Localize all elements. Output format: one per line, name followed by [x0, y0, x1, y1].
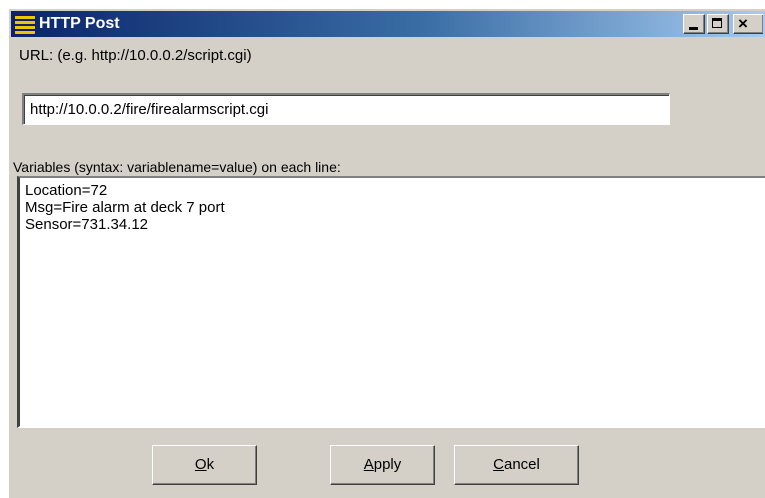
http-post-dialog: HTTP Post × URL: (e.g. http://10.0.0.2/s…	[8, 8, 765, 498]
cancel-accelerator: C	[493, 456, 504, 473]
title-bar[interactable]: HTTP Post ×	[11, 11, 765, 37]
ok-button[interactable]: Ok	[152, 445, 257, 485]
window-title: HTTP Post	[39, 15, 120, 32]
cancel-label: ancel	[503, 456, 540, 473]
url-label: URL: (e.g. http://10.0.0.2/script.cgi)	[19, 47, 252, 64]
minimize-icon	[689, 27, 698, 30]
variable-line: Location=72	[25, 182, 108, 199]
cancel-button[interactable]: Cancel	[454, 445, 579, 485]
apply-button[interactable]: Apply	[330, 445, 435, 485]
maximize-icon	[712, 18, 722, 28]
apply-accelerator: A	[363, 456, 374, 473]
url-input[interactable]: http://10.0.0.2/fire/firealarmscript.cgi	[22, 93, 670, 125]
close-button[interactable]: ×	[733, 14, 763, 34]
ok-accelerator: O	[194, 456, 207, 473]
variable-line: Sensor=731.34.12	[25, 216, 149, 233]
maximize-button[interactable]	[707, 14, 729, 34]
apply-label: pply	[373, 456, 402, 473]
app-icon	[14, 14, 36, 35]
variables-textarea[interactable]: Location=72 Msg=Fire alarm at deck 7 por…	[17, 176, 765, 428]
close-icon: ×	[738, 14, 748, 33]
minimize-button[interactable]	[683, 14, 705, 34]
variable-line: Msg=Fire alarm at deck 7 port	[25, 199, 225, 216]
ok-label: k	[206, 456, 215, 473]
variables-label: Variables (syntax: variablename=value) o…	[13, 159, 341, 175]
